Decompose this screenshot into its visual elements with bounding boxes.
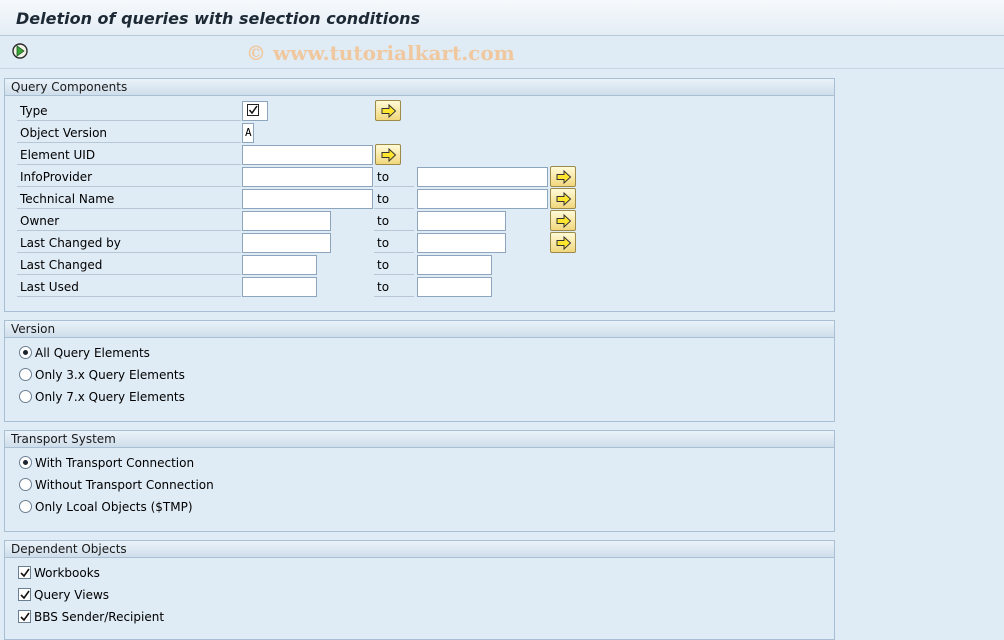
check-icon [247, 104, 259, 116]
title-bar: Deletion of queries with selection condi… [0, 0, 1004, 36]
owner-row: Owner to [5, 210, 834, 231]
group-header: Version [5, 321, 834, 338]
last-changed-by-from-input[interactable] [242, 233, 331, 253]
transport-option-local[interactable]: Only Lcoal Objects ($TMP) [5, 497, 834, 517]
transport-option-with[interactable]: With Transport Connection [5, 453, 834, 473]
object-version-label: Object Version [17, 123, 241, 143]
version-option-all[interactable]: All Query Elements [5, 343, 834, 363]
object-version-field[interactable]: A [242, 123, 254, 143]
last-changed-from-input[interactable] [242, 255, 317, 275]
arrow-right-icon [556, 236, 572, 250]
radio-label: Only Lcoal Objects ($TMP) [35, 500, 193, 514]
owner-from-input[interactable] [242, 211, 331, 231]
version-option-3x[interactable]: Only 3.x Query Elements [5, 365, 834, 385]
radio-button-selected[interactable] [19, 456, 32, 469]
dependent-objects-group: Dependent Objects Workbooks Query Views … [4, 540, 835, 640]
infoprovider-label: InfoProvider [17, 167, 241, 187]
check-icon [20, 590, 30, 600]
watermark: © www.tutorialkart.com [246, 41, 515, 65]
radio-button[interactable] [19, 368, 32, 381]
checkbox-label: Workbooks [34, 566, 100, 580]
last-changed-by-to-input[interactable] [417, 233, 506, 253]
last-changed-by-row: Last Changed by to [5, 232, 834, 253]
to-label: to [374, 189, 414, 209]
to-label: to [374, 255, 414, 275]
to-label: to [374, 167, 414, 187]
last-changed-by-multiple-selection-button[interactable] [550, 232, 576, 253]
last-used-to-input[interactable] [417, 277, 492, 297]
last-used-label: Last Used [17, 277, 241, 297]
group-header: Transport System [5, 431, 834, 448]
query-views-checkbox[interactable] [18, 588, 31, 601]
checkbox-label: BBS Sender/Recipient [34, 610, 165, 624]
last-used-from-input[interactable] [242, 277, 317, 297]
infoprovider-from-input[interactable] [242, 167, 373, 187]
owner-label: Owner [17, 211, 241, 231]
check-icon [20, 568, 30, 578]
last-changed-row: Last Changed to [5, 255, 834, 275]
last-changed-label: Last Changed [17, 255, 241, 275]
radio-button-selected[interactable] [19, 346, 32, 359]
type-row: Type [5, 100, 834, 121]
radio-label: All Query Elements [35, 346, 150, 360]
to-label: to [374, 211, 414, 231]
version-option-7x[interactable]: Only 7.x Query Elements [5, 387, 834, 407]
element-uid-row: Element UID [5, 144, 834, 165]
dependent-workbooks[interactable]: Workbooks [5, 563, 834, 583]
radio-button[interactable] [19, 500, 32, 513]
last-used-row: Last Used to [5, 277, 834, 297]
infoprovider-to-input[interactable] [417, 167, 548, 187]
application-toolbar: © www.tutorialkart.com [0, 36, 1004, 69]
bbs-sender-checkbox[interactable] [18, 610, 31, 623]
workbooks-checkbox[interactable] [18, 566, 31, 579]
technical-name-multiple-selection-button[interactable] [550, 188, 576, 209]
infoprovider-row: InfoProvider to [5, 166, 834, 187]
element-uid-label: Element UID [17, 145, 241, 165]
transport-option-without[interactable]: Without Transport Connection [5, 475, 834, 495]
radio-button[interactable] [19, 478, 32, 491]
transport-system-group: Transport System With Transport Connecti… [4, 430, 835, 532]
check-icon [20, 612, 30, 622]
arrow-right-icon [556, 192, 572, 206]
dependent-query-views[interactable]: Query Views [5, 585, 834, 605]
group-header: Query Components [5, 79, 834, 96]
infoprovider-multiple-selection-button[interactable] [550, 166, 576, 187]
arrow-right-icon [381, 104, 397, 118]
radio-button[interactable] [19, 390, 32, 403]
technical-name-from-input[interactable] [242, 189, 373, 209]
radio-label: Only 3.x Query Elements [35, 368, 185, 382]
to-label: to [374, 277, 414, 297]
last-changed-to-input[interactable] [417, 255, 492, 275]
element-uid-input[interactable] [242, 145, 373, 165]
to-label: to [374, 233, 414, 253]
checkbox-label: Query Views [34, 588, 110, 602]
dependent-bbs-sender[interactable]: BBS Sender/Recipient [5, 607, 834, 627]
owner-to-input[interactable] [417, 211, 506, 231]
object-version-row: Object Version A [5, 123, 834, 143]
type-label: Type [17, 101, 241, 121]
technical-name-to-input[interactable] [417, 189, 548, 209]
arrow-right-icon [381, 148, 397, 162]
last-changed-by-label: Last Changed by [17, 233, 241, 253]
query-components-group: Query Components Type Object Version A E… [4, 78, 835, 312]
type-checkbox-field[interactable] [242, 101, 268, 121]
version-group: Version All Query Elements Only 3.x Quer… [4, 320, 835, 422]
technical-name-label: Technical Name [17, 189, 241, 209]
radio-label: Only 7.x Query Elements [35, 390, 185, 404]
page-title: Deletion of queries with selection condi… [16, 9, 421, 28]
execute-icon[interactable] [11, 42, 31, 62]
arrow-right-icon [556, 214, 572, 228]
element-uid-multiple-selection-button[interactable] [375, 144, 401, 165]
type-multiple-selection-button[interactable] [375, 100, 401, 121]
technical-name-row: Technical Name to [5, 188, 834, 209]
group-header: Dependent Objects [5, 541, 834, 558]
owner-multiple-selection-button[interactable] [550, 210, 576, 231]
radio-label: Without Transport Connection [35, 478, 214, 492]
radio-label: With Transport Connection [35, 456, 195, 470]
arrow-right-icon [556, 170, 572, 184]
